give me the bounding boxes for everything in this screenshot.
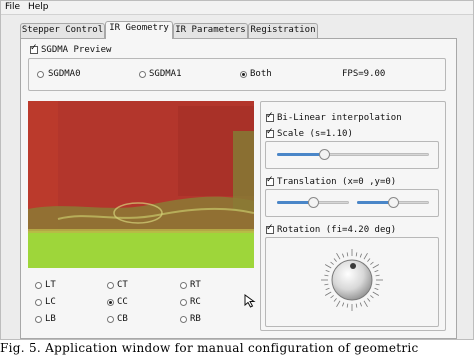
dial-tick [375, 274, 380, 277]
dial-tick [355, 252, 358, 257]
translation-label: Translation (x=0 ,y=0) [277, 177, 397, 187]
dial-tick [359, 302, 362, 307]
rotation-label: Rotation (fi=4.20 deg) [277, 225, 397, 235]
dial-tick [367, 298, 371, 302]
dial-tick [363, 300, 368, 308]
radio-sgdma0[interactable] [37, 71, 44, 78]
dial-tick [374, 270, 379, 273]
dial-tick [333, 258, 337, 262]
bilinear-label: Bi-Linear interpolation [277, 113, 402, 123]
radio-align-rb[interactable] [180, 316, 187, 323]
ir-preview-graphic [28, 101, 254, 268]
sgdma-preview-checkbox[interactable] [30, 43, 38, 54]
align-lb-label: LB [45, 314, 56, 324]
radio-align-ct[interactable] [107, 282, 114, 289]
sgdma0-label: SGDMA0 [48, 69, 81, 79]
sgdma-preview-label: SGDMA Preview [41, 45, 112, 55]
menu-help[interactable]: Help [28, 2, 49, 12]
dial-tick [363, 252, 368, 260]
radio-align-cc[interactable] [107, 299, 114, 306]
align-rt-label: RT [190, 280, 201, 290]
dial-tick [374, 287, 379, 290]
radio-both[interactable] [240, 71, 247, 78]
dial-tick [372, 264, 380, 269]
bilinear-checkbox[interactable] [266, 111, 274, 122]
scale-slider-fill [277, 153, 325, 156]
dial-tick [333, 298, 337, 302]
both-label: Both [250, 69, 272, 79]
translation-x-handle[interactable] [308, 197, 319, 208]
dial-tick [359, 253, 362, 258]
radio-align-cb[interactable] [107, 316, 114, 323]
scale-label: Scale (s=1.10) [277, 129, 353, 139]
translation-x-slider[interactable] [277, 196, 349, 208]
rotation-dial[interactable] [317, 244, 387, 316]
scale-slider-handle[interactable] [319, 149, 330, 160]
dial-tick [370, 295, 374, 299]
dial-tick [346, 252, 349, 257]
fps-readout: FPS=9.00 [342, 69, 386, 79]
radio-align-rt[interactable] [180, 282, 187, 289]
translation-y-handle[interactable] [388, 197, 399, 208]
translation-y-slider[interactable] [357, 196, 429, 208]
tab-stepper-control[interactable]: Stepper Control [20, 23, 105, 38]
rotation-checkbox[interactable] [266, 223, 274, 234]
dial-tick [325, 270, 330, 273]
dial-tick [355, 303, 358, 308]
dial-tick [324, 291, 332, 296]
dial-tick [330, 261, 334, 265]
ir-preview-image [28, 101, 254, 268]
radio-sgdma1[interactable] [139, 71, 146, 78]
application-window: File Help Stepper Control IR Geometry IR… [0, 0, 474, 340]
align-rb-label: RB [190, 314, 201, 324]
tab-ir-geometry[interactable]: IR Geometry [105, 21, 173, 39]
dial-tick [367, 258, 371, 262]
menubar: File Help [1, 1, 473, 15]
scale-slider[interactable] [277, 148, 429, 160]
menu-file[interactable]: File [5, 2, 20, 12]
sgdma1-label: SGDMA1 [149, 69, 182, 79]
figure-caption: Fig. 5. Application window for manual co… [0, 341, 419, 355]
radio-align-lb[interactable] [35, 316, 42, 323]
dial-tick [330, 295, 334, 299]
dial-tick [336, 252, 341, 260]
dial-tick [324, 283, 329, 286]
radio-align-rc[interactable] [180, 299, 187, 306]
dial-tick [370, 261, 374, 265]
align-lt-label: LT [45, 280, 56, 290]
dial-tick [336, 300, 341, 308]
align-rc-label: RC [190, 297, 201, 307]
align-cc-label: CC [117, 297, 128, 307]
dial-tick [324, 264, 332, 269]
dial-tick [375, 283, 380, 286]
dial-tick [342, 253, 345, 258]
rotation-knob-indicator [350, 263, 357, 270]
dial-tick [324, 274, 329, 277]
tab-registration[interactable]: Registration [248, 23, 318, 38]
scale-checkbox[interactable] [266, 127, 274, 138]
dial-tick [342, 302, 345, 307]
translation-checkbox[interactable] [266, 175, 274, 186]
dial-tick [346, 303, 349, 308]
align-ct-label: CT [117, 280, 128, 290]
align-lc-label: LC [45, 297, 56, 307]
radio-align-lt[interactable] [35, 282, 42, 289]
dial-tick [372, 291, 380, 296]
radio-align-lc[interactable] [35, 299, 42, 306]
align-cb-label: CB [117, 314, 128, 324]
dial-tick [325, 287, 330, 290]
tab-ir-parameters[interactable]: IR Parameters [173, 23, 248, 38]
mouse-pointer-icon [244, 294, 256, 308]
